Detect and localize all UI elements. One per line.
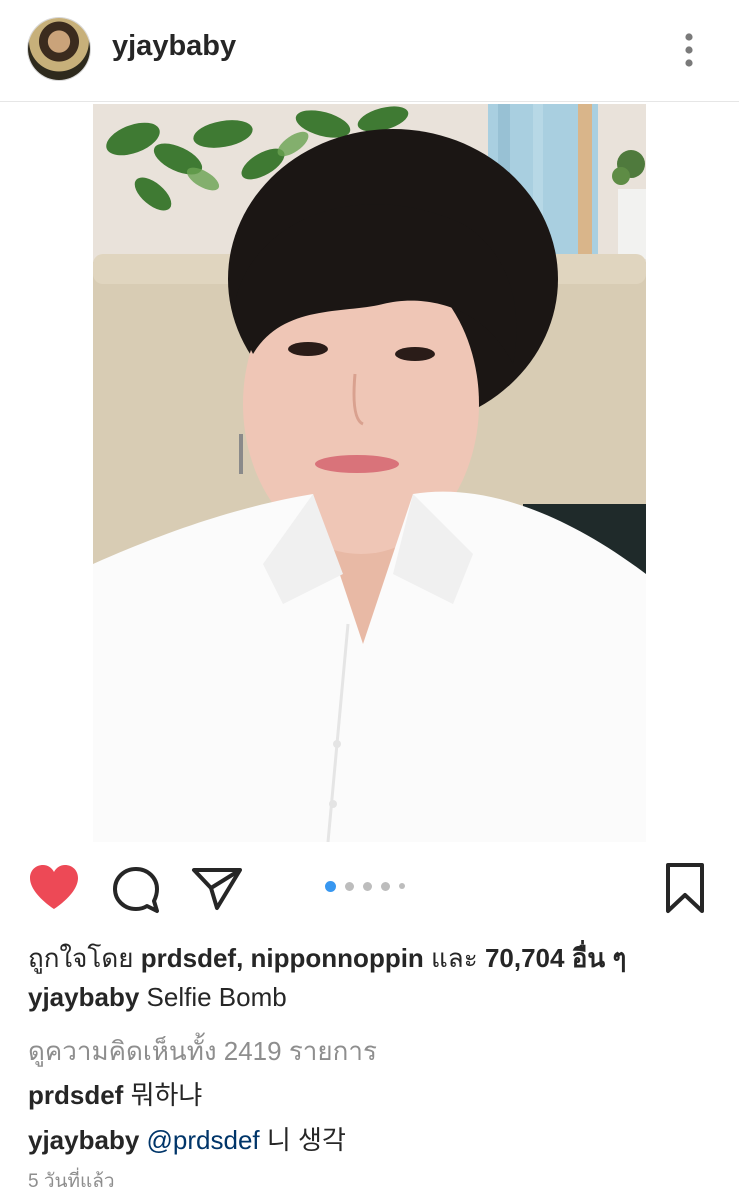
comment-icon[interactable] [110,864,162,916]
comment-username[interactable]: yjaybaby [28,1125,139,1155]
more-vertical-icon[interactable] [672,28,706,72]
carousel-indicator [325,880,405,892]
comment-text: 뭐하냐 [130,1080,203,1110]
view-all-comments-link[interactable]: ดูความคิดเห็นทั้ง 2419 รายการ [28,1031,377,1072]
post-header: yjaybaby [0,0,739,102]
post-username[interactable]: yjaybaby [112,30,236,63]
comment: prdsdef 뭐하냐 [28,1075,202,1112]
carousel-dot [345,881,354,891]
caption-text: Selfie Bomb [146,982,287,1012]
likes-and: และ [431,943,478,973]
comment-username[interactable]: prdsdef [28,1080,123,1110]
comment: yjaybaby @prdsdef 니 생각 [28,1120,346,1157]
likes-count[interactable]: 70,704 [485,943,565,973]
liker-username[interactable]: nipponnoppin [251,943,424,973]
liker-username[interactable]: prdsdef [141,943,236,973]
comment-text: 니 생각 [266,1125,346,1155]
post-timestamp: 5 วันที่แล้ว [28,1171,115,1192]
carousel-dot-active [325,880,336,892]
post-photo [93,104,646,842]
post-image[interactable] [93,104,646,842]
caption: yjaybaby Selfie Bomb [28,982,287,1013]
caption-username[interactable]: yjaybaby [28,982,139,1012]
action-bar [0,850,739,925]
carousel-dot [399,883,405,889]
likes-prefix: ถูกใจโดย [28,943,134,973]
carousel-dot [363,881,372,891]
avatar[interactable] [28,18,90,80]
likes-suffix[interactable]: อื่น ๆ [572,943,627,973]
heart-icon[interactable] [27,862,81,912]
carousel-dot [381,881,390,891]
bookmark-icon[interactable] [664,862,706,914]
likes-line: ถูกใจโดย prdsdef, nipponnoppin และ 70,70… [28,938,626,979]
likes-separator: , [236,943,244,973]
comment-mention[interactable]: @prdsdef [147,1125,260,1155]
send-icon[interactable] [190,864,244,912]
